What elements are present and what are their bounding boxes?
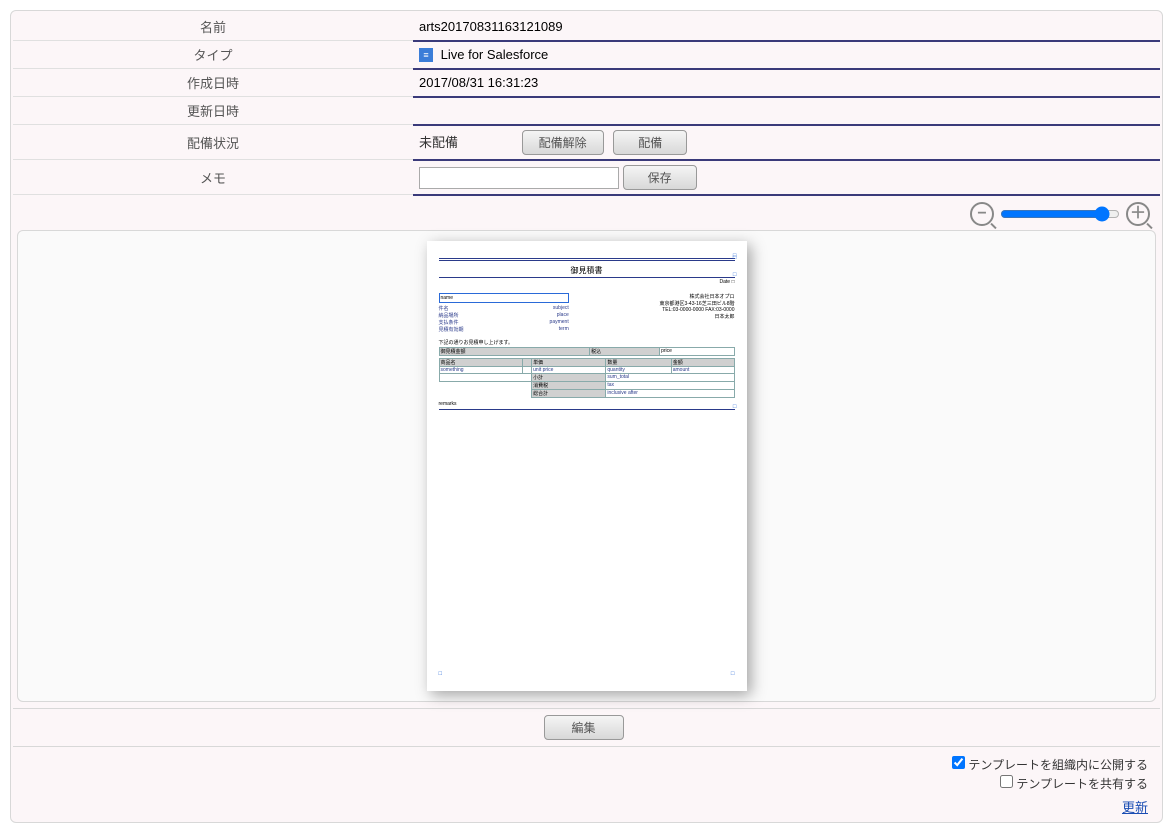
edit-button[interactable]: 編集	[544, 715, 624, 740]
created-label: 作成日時	[13, 69, 413, 97]
edit-bar: 編集	[13, 708, 1160, 747]
memo-label: メモ	[13, 160, 413, 195]
memo-input[interactable]	[419, 167, 619, 189]
share-option[interactable]: テンプレートを共有する	[25, 775, 1148, 792]
options-block: テンプレートを組織内に公開する テンプレートを共有する	[13, 751, 1160, 797]
zoom-out-button[interactable]: −	[970, 202, 994, 226]
updated-label: 更新日時	[13, 97, 413, 125]
share-checkbox[interactable]	[1000, 775, 1013, 788]
updated-value	[413, 97, 1160, 125]
deploy-cell: 未配備 配備解除 配備	[413, 125, 1160, 160]
update-link[interactable]: 更新	[1122, 800, 1148, 815]
zoom-in-button[interactable]: ＋	[1126, 202, 1150, 226]
preview-title: 御見積書	[439, 265, 735, 276]
type-text: Live for Salesforce	[441, 47, 549, 62]
update-link-row: 更新	[13, 797, 1160, 816]
preview-items-table: 商品名 単価数量金額 something unit pricequantitya…	[439, 358, 735, 398]
preview-company-info: 株式会社日本オプロ 東京都港区3-43-16芝三田ビル8階 TEL:03-000…	[579, 293, 735, 333]
salesforce-icon: ≡	[419, 48, 433, 62]
preview-message: 下記の通りお見積申し上げます。	[439, 339, 735, 346]
publish-label: テンプレートを組織内に公開する	[968, 758, 1148, 772]
deploy-status: 未配備	[419, 135, 458, 150]
corner-br-icon: □	[731, 671, 735, 677]
name-label: 名前	[13, 13, 413, 41]
preview-left-fields: name 件名subject 納品場所place 支払条件payment 見積有…	[439, 293, 569, 333]
created-value: 2017/08/31 16:31:23	[413, 69, 1160, 97]
form-table: 名前 arts20170831163121089 タイプ ≡ Live for …	[13, 13, 1160, 196]
preview-container: 御見積書 Date □ name 件名subject 納品場所place 支払条…	[17, 230, 1156, 702]
zoom-slider[interactable]	[1000, 206, 1120, 222]
save-button[interactable]: 保存	[623, 165, 697, 190]
publish-checkbox[interactable]	[952, 756, 965, 769]
deploy-button[interactable]: 配備	[613, 130, 687, 155]
share-label: テンプレートを共有する	[1016, 777, 1148, 791]
deploy-label: 配備状況	[13, 125, 413, 160]
preview-total-table: 御見積金額税込price	[439, 347, 735, 356]
memo-cell: 保存	[413, 160, 1160, 195]
preview-remarks: remarks	[439, 401, 735, 407]
preview-date: Date □	[439, 279, 735, 285]
plus-icon: ＋	[1130, 206, 1146, 222]
publish-option[interactable]: テンプレートを組織内に公開する	[25, 756, 1148, 773]
type-label: タイプ	[13, 41, 413, 69]
corner-bl-icon: □	[439, 671, 443, 677]
template-detail-panel: 名前 arts20170831163121089 タイプ ≡ Live for …	[10, 10, 1163, 823]
type-value: ≡ Live for Salesforce	[413, 41, 1160, 69]
name-value: arts20170831163121089	[413, 13, 1160, 41]
template-preview-page[interactable]: 御見積書 Date □ name 件名subject 納品場所place 支払条…	[427, 241, 747, 691]
zoom-bar: − ＋	[13, 196, 1160, 230]
undeploy-button[interactable]: 配備解除	[522, 130, 604, 155]
minus-icon: −	[977, 206, 986, 222]
